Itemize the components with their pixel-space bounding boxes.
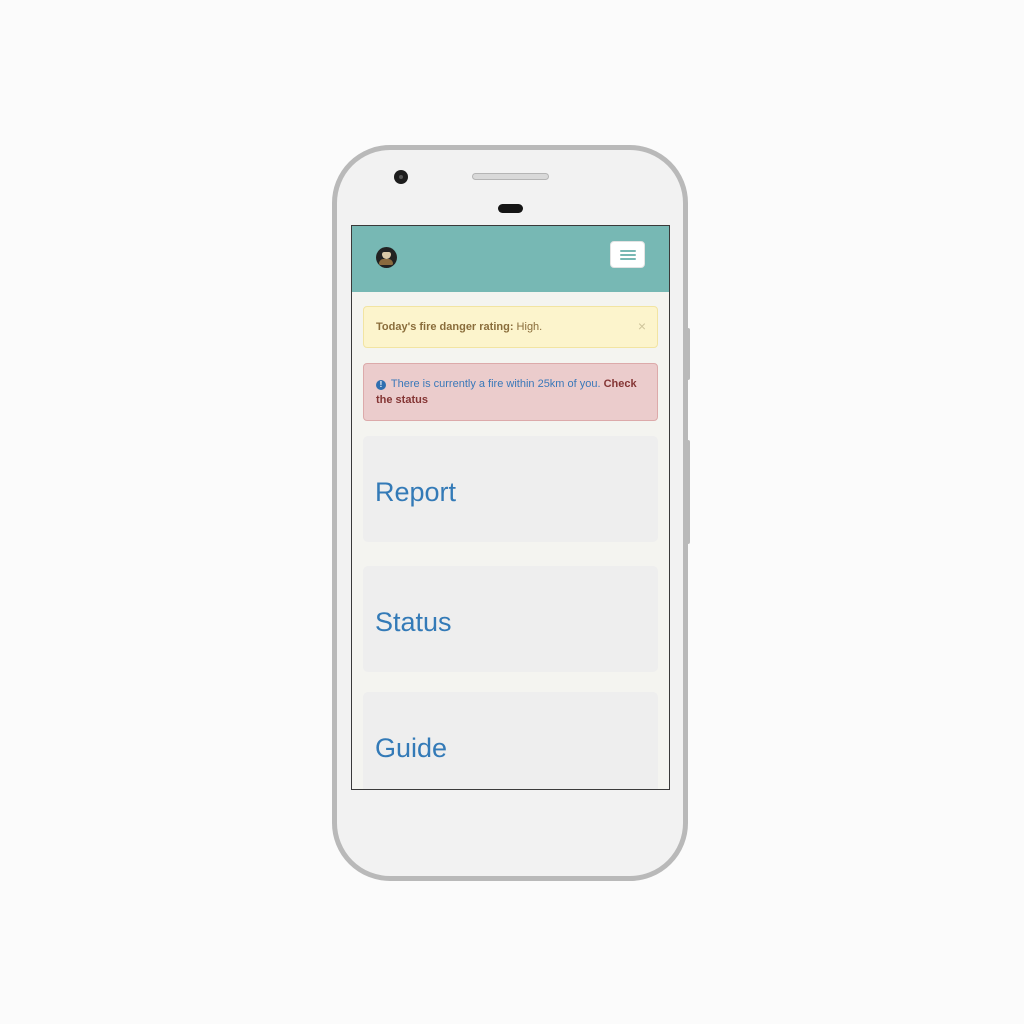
fire-owl-logo-icon[interactable] bbox=[376, 247, 397, 268]
earpiece-speaker bbox=[472, 173, 549, 180]
hamburger-menu-icon-bar bbox=[620, 254, 636, 256]
status-tile-label: Status bbox=[375, 607, 452, 637]
hamburger-menu-icon-bar bbox=[620, 258, 636, 260]
report-tile-label: Report bbox=[375, 477, 457, 507]
hamburger-menu-button[interactable] bbox=[610, 241, 645, 268]
phone-side-button-lower bbox=[686, 440, 690, 544]
report-tile[interactable]: Report bbox=[363, 436, 658, 542]
fire-danger-rating-label: Today's fire danger rating: bbox=[376, 321, 514, 333]
phone-side-button-upper bbox=[686, 328, 690, 380]
guide-tile[interactable]: Guide bbox=[363, 692, 658, 789]
hamburger-menu-icon bbox=[620, 250, 636, 252]
guide-tile-label: Guide bbox=[375, 733, 448, 763]
front-camera-icon bbox=[394, 170, 408, 184]
navbar bbox=[352, 226, 669, 292]
app-screen: Today's fire danger rating: High. × ! Th… bbox=[351, 225, 670, 790]
fire-danger-rating-alert: Today's fire danger rating: High. × bbox=[363, 306, 658, 348]
proximity-sensor bbox=[498, 204, 523, 213]
status-tile[interactable]: Status bbox=[363, 566, 658, 672]
fire-danger-rating-value: High. bbox=[513, 321, 543, 333]
close-icon[interactable]: × bbox=[638, 318, 646, 334]
nearby-fire-message: There is currently a fire within 25km of… bbox=[390, 378, 604, 390]
nearby-fire-alert: ! There is currently a fire within 25km … bbox=[363, 363, 658, 421]
info-circle-icon: ! bbox=[376, 380, 386, 390]
